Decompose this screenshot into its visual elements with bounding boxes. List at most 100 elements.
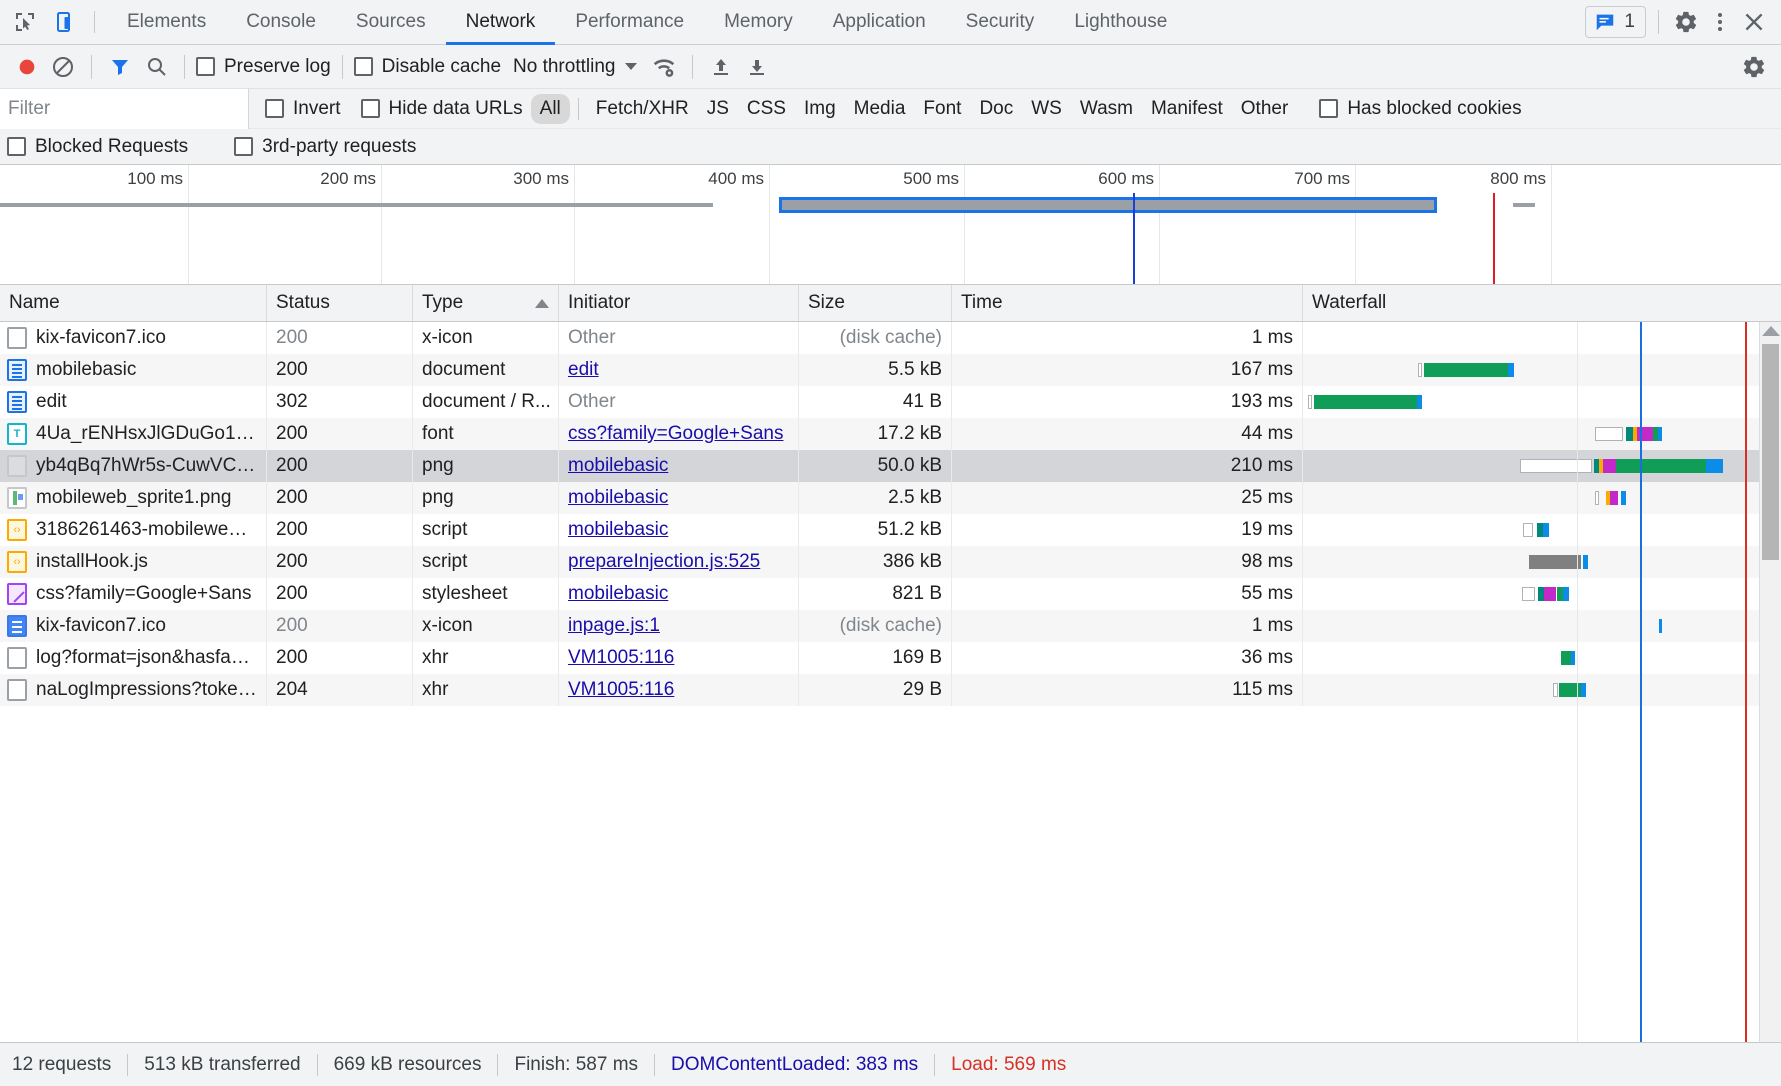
clear-button[interactable] (46, 50, 80, 84)
table-row[interactable]: ‹› 3186261463-mobileweb_b... 200 script mobi… (0, 514, 1781, 546)
search-button[interactable] (139, 50, 173, 84)
scrollbar-thumb[interactable] (1762, 344, 1779, 560)
network-settings-button[interactable] (1737, 50, 1771, 84)
type-filter-fetch-xhr[interactable]: Fetch/XHR (587, 94, 698, 124)
cell-size: 2.5 kB (799, 482, 952, 514)
tab-sources[interactable]: Sources (336, 0, 446, 44)
cell-name: log?format=json&hasfast... (0, 642, 267, 674)
img2-file-icon (7, 487, 27, 509)
has-blocked-cookies-checkbox[interactable]: Has blocked cookies (1319, 98, 1522, 120)
cell-initiator[interactable]: mobilebasic (559, 482, 799, 514)
cell-waterfall (1303, 354, 1781, 386)
generic-file-icon (7, 679, 27, 701)
type-filter-all[interactable]: All (530, 93, 570, 124)
table-row[interactable]: mobileweb_sprite1.png 200 png mobilebasic 2.… (0, 482, 1781, 514)
type-filter-wasm[interactable]: Wasm (1071, 94, 1142, 124)
initiator-link[interactable]: css?family=Google+Sans (568, 423, 783, 445)
record-button[interactable] (10, 50, 44, 84)
initiator-link[interactable]: VM1005:116 (568, 647, 674, 669)
initiator-link[interactable]: VM1005:116 (568, 679, 674, 701)
tab-memory[interactable]: Memory (704, 0, 813, 44)
initiator-link[interactable]: mobilebasic (568, 583, 668, 605)
cell-status: 200 (267, 354, 413, 386)
type-filter-font[interactable]: Font (914, 94, 970, 124)
cell-initiator[interactable]: css?family=Google+Sans (559, 418, 799, 450)
waterfall-load-marker (1745, 322, 1748, 1042)
table-row[interactable]: kix-favicon7.ico 200 x-icon inpage.js:1 (dis… (0, 610, 1781, 642)
cell-initiator[interactable]: VM1005:116 (559, 642, 799, 674)
table-row[interactable]: kix-favicon7.ico 200 x-icon Other (disk cach… (0, 322, 1781, 354)
tab-console[interactable]: Console (226, 0, 336, 44)
tab-elements[interactable]: Elements (107, 0, 226, 44)
cell-initiator[interactable]: inpage.js:1 (559, 610, 799, 642)
blocked-requests-checkbox[interactable]: Blocked Requests (7, 136, 188, 158)
cell-initiator[interactable]: VM1005:116 (559, 674, 799, 706)
network-overview[interactable]: 100 ms 200 ms 300 ms 400 ms 500 ms 600 m… (0, 165, 1781, 285)
table-row[interactable]: naLogImpressions?token=... 204 xhr VM1005:1… (0, 674, 1781, 706)
hide-data-urls-checkbox[interactable]: Hide data URLs (360, 98, 523, 120)
type-filter-other[interactable]: Other (1232, 94, 1298, 124)
table-row[interactable]: edit 302 document / R... Other 41 B 193 ms (0, 386, 1781, 418)
inspect-element-icon[interactable] (10, 7, 40, 37)
tab-application[interactable]: Application (813, 0, 946, 44)
close-icon[interactable] (1739, 7, 1769, 37)
invert-checkbox[interactable]: Invert (265, 98, 341, 120)
type-filter-css[interactable]: CSS (738, 94, 795, 124)
tab-lighthouse[interactable]: Lighthouse (1054, 0, 1187, 44)
type-filter-js[interactable]: JS (698, 94, 738, 124)
initiator-link[interactable]: mobilebasic (568, 487, 668, 509)
type-filter-manifest[interactable]: Manifest (1142, 94, 1232, 124)
tab-network[interactable]: Network (445, 0, 556, 45)
cell-initiator[interactable]: mobilebasic (559, 514, 799, 546)
table-row[interactable]: ‹› installHook.js 200 script prepareInjectio… (0, 546, 1781, 578)
filter-input[interactable] (0, 88, 249, 129)
column-header-initiator[interactable]: Initiator (559, 285, 799, 321)
tab-performance[interactable]: Performance (555, 0, 704, 44)
import-har-button[interactable] (704, 50, 738, 84)
type-filter-doc[interactable]: Doc (970, 94, 1022, 124)
type-filter-img[interactable]: Img (795, 94, 845, 124)
initiator-link[interactable]: mobilebasic (568, 519, 668, 541)
more-options-icon[interactable] (1705, 7, 1735, 37)
column-header-type[interactable]: Type (413, 285, 559, 321)
type-filter-media[interactable]: Media (845, 94, 915, 124)
throttling-dropdown[interactable]: No throttling (513, 56, 638, 78)
table-row[interactable]: log?format=json&hasfast... 200 xhr VM1005:1… (0, 642, 1781, 674)
waterfall-segment-dl (1563, 587, 1569, 601)
vertical-scrollbar[interactable] (1759, 322, 1781, 1042)
device-toolbar-icon[interactable] (52, 7, 82, 37)
overview-selection-window[interactable] (779, 197, 1437, 213)
initiator-link[interactable]: mobilebasic (568, 455, 668, 477)
network-conditions-button[interactable] (647, 50, 681, 84)
table-row[interactable]: T 4Ua_rENHsxJlGDuGo1OllJf... 200font css?fa… (0, 418, 1781, 450)
cell-initiator[interactable]: mobilebasic (559, 450, 799, 482)
table-row[interactable]: yb4qBq7hWr5s-CuwVC3d... 200 png mobilebasic… (0, 450, 1781, 482)
type-filter-ws[interactable]: WS (1022, 94, 1071, 124)
cell-initiator[interactable]: mobilebasic (559, 578, 799, 610)
type-filter-divider (577, 97, 579, 120)
scroll-up-icon[interactable] (1761, 326, 1780, 336)
cell-initiator[interactable]: edit (559, 354, 799, 386)
column-header-status[interactable]: Status (267, 285, 413, 321)
column-header-size[interactable]: Size (799, 285, 952, 321)
column-header-waterfall[interactable]: Waterfall (1303, 285, 1781, 321)
third-party-requests-checkbox[interactable]: 3rd-party requests (234, 136, 416, 158)
column-header-time[interactable]: Time (952, 285, 1303, 321)
cell-initiator[interactable]: prepareInjection.js:525 (559, 546, 799, 578)
tab-security[interactable]: Security (946, 0, 1055, 44)
initiator-link[interactable]: prepareInjection.js:525 (568, 551, 760, 573)
table-row[interactable]: css?family=Google+Sans 200 stylesheet mobil… (0, 578, 1781, 610)
filter-toggle-button[interactable] (103, 50, 137, 84)
column-header-name[interactable]: Name (0, 285, 267, 321)
generic-file-icon (7, 327, 27, 349)
disable-cache-checkbox[interactable]: Disable cache (353, 56, 501, 78)
export-har-button[interactable] (740, 50, 774, 84)
table-row[interactable]: mobilebasic 200 document edit 5.5 kB 167 ms (0, 354, 1781, 386)
issues-button[interactable]: 1 (1585, 6, 1646, 38)
gear-icon[interactable] (1671, 7, 1701, 37)
toolbar-right (1737, 50, 1771, 84)
initiator-link[interactable]: edit (568, 359, 599, 381)
initiator-link[interactable]: inpage.js:1 (568, 615, 660, 637)
preserve-log-checkbox[interactable]: Preserve log (196, 56, 331, 78)
column-label: Time (961, 292, 1003, 313)
